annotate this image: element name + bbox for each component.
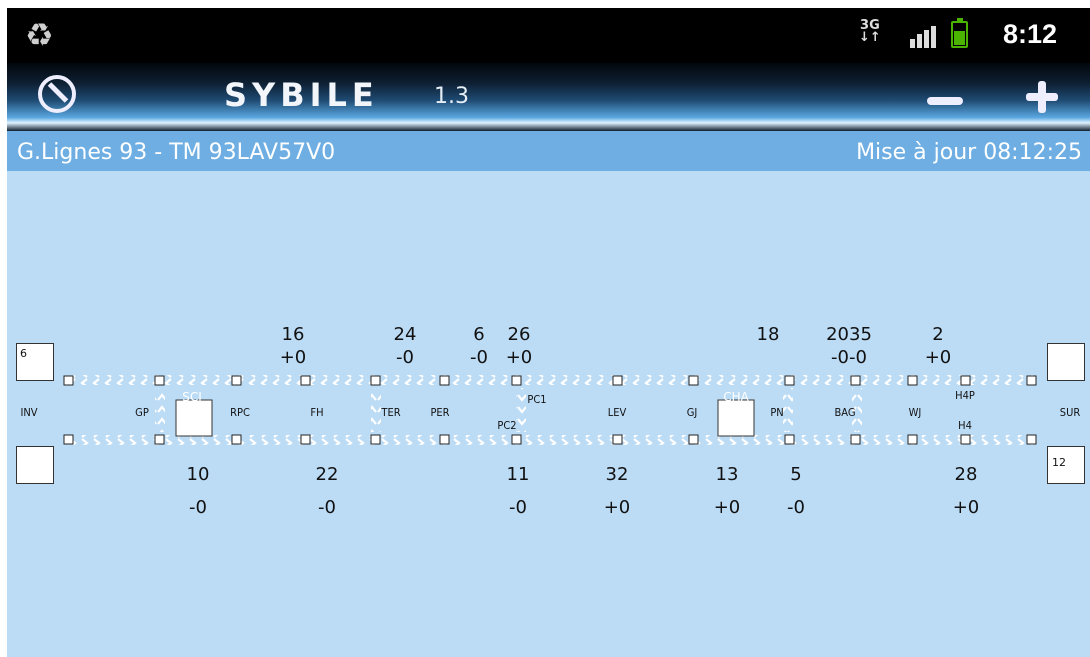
bottom-delta: -0 bbox=[189, 497, 207, 518]
station-label: H4 bbox=[958, 419, 972, 432]
top-count: 26 bbox=[507, 324, 531, 345]
top-delta: -0 bbox=[396, 347, 414, 368]
bottom-delta: +0 bbox=[713, 497, 741, 518]
top-count: 2035 bbox=[826, 324, 872, 345]
terminal-box-inv-top[interactable]: 6 bbox=[16, 343, 54, 381]
terminal-box-sur-bottom[interactable]: 12 bbox=[1047, 446, 1085, 484]
station-label: PC2 bbox=[497, 419, 517, 432]
station-label: TER bbox=[381, 406, 401, 419]
crossover bbox=[155, 388, 165, 432]
bottom-count: 10 bbox=[186, 464, 210, 485]
top-count: 2 bbox=[932, 324, 944, 345]
station-overlay-cha: CHA bbox=[723, 390, 749, 404]
bottom-count: 11 bbox=[506, 464, 530, 485]
station-label: GJ bbox=[686, 406, 698, 419]
crossover bbox=[371, 388, 381, 432]
top-delta: +0 bbox=[924, 347, 952, 368]
bottom-count: 32 bbox=[605, 464, 629, 485]
bottom-delta: +0 bbox=[952, 497, 980, 518]
crossover bbox=[783, 388, 793, 432]
station-label: INV bbox=[20, 406, 38, 419]
top-delta: +0 bbox=[505, 347, 533, 368]
station-box-sci[interactable] bbox=[175, 399, 213, 437]
station-label: LEV bbox=[607, 406, 627, 419]
bottom-delta: -0 bbox=[318, 497, 336, 518]
station-label: FH bbox=[310, 406, 324, 419]
station-box-cha[interactable] bbox=[717, 399, 755, 437]
station-label: H4P bbox=[955, 389, 975, 402]
top-count: 16 bbox=[281, 324, 305, 345]
station-label: WJ bbox=[908, 406, 922, 419]
top-count: 18 bbox=[756, 324, 780, 345]
bottom-delta: +0 bbox=[603, 497, 631, 518]
bottom-delta: -0 bbox=[787, 497, 805, 518]
station-label: PN bbox=[770, 406, 784, 419]
top-delta: -0 bbox=[470, 347, 488, 368]
bottom-delta: -0 bbox=[509, 497, 527, 518]
terminal-box-sur-top[interactable] bbox=[1047, 343, 1085, 381]
terminal-value-bottom-right: 12 bbox=[1052, 456, 1066, 469]
bottom-count: 13 bbox=[715, 464, 739, 485]
station-label: PER bbox=[430, 406, 450, 419]
lower-track bbox=[73, 435, 1033, 445]
terminal-box-inv-bottom[interactable] bbox=[16, 446, 54, 484]
station-label: GP bbox=[135, 406, 149, 419]
bottom-count: 22 bbox=[315, 464, 339, 485]
station-label: RPC bbox=[230, 406, 250, 419]
top-count: 6 bbox=[473, 324, 485, 345]
crossover bbox=[516, 388, 526, 432]
station-label: SUR bbox=[1059, 406, 1081, 419]
bottom-count: 5 bbox=[790, 464, 802, 485]
terminal-value-top-left: 6 bbox=[20, 347, 27, 360]
station-label: BAG bbox=[834, 406, 856, 419]
track-svg: SCI CHA bbox=[63, 375, 1037, 445]
upper-track bbox=[73, 375, 1033, 385]
bottom-count: 28 bbox=[954, 464, 978, 485]
station-overlay-sci: SCI bbox=[182, 390, 202, 404]
station-label: PC1 bbox=[527, 393, 547, 406]
device-screen: ♻ 3G ↓↑ 8:12 SYBILE 1.3 G.Lignes 93 - TM … bbox=[7, 8, 1090, 657]
top-delta: +0 bbox=[279, 347, 307, 368]
top-delta: -0-0 bbox=[831, 347, 867, 368]
top-count: 24 bbox=[393, 324, 417, 345]
